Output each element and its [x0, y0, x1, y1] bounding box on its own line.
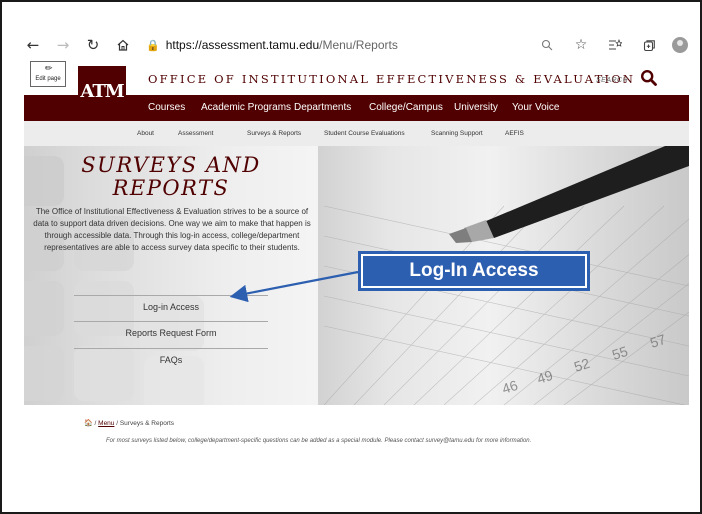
subnav-item-assessment[interactable]: Assessment [178, 121, 213, 146]
url-text: https://assessment.tamu.edu/Menu/Reports [166, 38, 398, 52]
panel-description: The Office of Institutional Effectivenes… [33, 207, 311, 252]
page-title: SURVEYS AND REPORTS [24, 154, 318, 200]
survey-note: For most surveys listed below, college/d… [106, 438, 532, 444]
logo-text: ATM [80, 80, 124, 102]
hero-banner: 46 49 52 55 57 SURVEYS AND REPORTS The O… [24, 146, 689, 405]
nav-item-university[interactable]: University [454, 95, 498, 121]
edit-page-label: Edit page [35, 76, 61, 82]
subnav-item-student-course-evaluations[interactable]: Student Course Evaluations [324, 121, 405, 146]
back-arrow-icon[interactable]: ← [22, 34, 44, 56]
login-access-link[interactable]: Log-in Access [74, 295, 268, 317]
breadcrumb-menu-link[interactable]: Menu [98, 420, 114, 427]
favorites-list-icon[interactable] [604, 34, 626, 56]
pencil-icon: ✏ [45, 64, 53, 74]
page-title-line2: REPORTS [112, 176, 230, 200]
surveys-reports-panel: SURVEYS AND REPORTS The Office of Instit… [24, 146, 318, 405]
breadcrumb-current: / Surveys & Reports [116, 420, 175, 427]
svg-text:49: 49 [535, 367, 555, 387]
svg-text:57: 57 [648, 331, 668, 351]
lock-icon[interactable]: 🔒 [146, 39, 160, 52]
address-bar[interactable]: 🔒 https://assessment.tamu.edu/Menu/Repor… [146, 34, 506, 56]
svg-text:46: 46 [500, 377, 520, 397]
search-icon[interactable] [640, 69, 658, 87]
search-label[interactable]: SEARCH [596, 77, 628, 84]
login-access-callout: Log-In Access [358, 251, 590, 291]
edit-page-button[interactable]: ✏ Edit page [30, 61, 66, 87]
subnav-item-scanning-support[interactable]: Scanning Support [431, 121, 483, 146]
svg-text:52: 52 [572, 355, 592, 375]
breadcrumb: 🏠 / Menu / Surveys & Reports [84, 419, 174, 427]
url-path: /Menu/Reports [319, 38, 398, 52]
favorite-icon[interactable]: ☆ [570, 34, 592, 56]
nav-item-college-campus[interactable]: College/Campus [369, 95, 443, 121]
subnav-item-aefis[interactable]: AEFIS [505, 121, 524, 146]
page-title-line1: SURVEYS AND [81, 153, 261, 177]
refresh-icon[interactable]: ↻ [82, 34, 104, 56]
profile-icon[interactable] [672, 37, 688, 53]
home-icon-breadcrumb[interactable]: 🏠 [84, 419, 93, 427]
collections-icon[interactable] [638, 34, 660, 56]
faqs-link[interactable]: FAQs [74, 348, 268, 370]
url-host: https://assessment.tamu.edu [165, 38, 320, 52]
nav-item-your-voice[interactable]: Your Voice [512, 95, 559, 121]
reports-request-form-link[interactable]: Reports Request Form [74, 321, 268, 343]
zoom-icon[interactable] [536, 34, 558, 56]
nav-item-academic-programs[interactable]: Academic Programs [201, 95, 291, 121]
nav-item-courses[interactable]: Courses [148, 95, 185, 121]
subnav-item-surveys-reports[interactable]: Surveys & Reports [247, 121, 301, 146]
forward-arrow-icon[interactable]: → [52, 34, 74, 56]
toolbar-actions: ☆ [528, 34, 688, 56]
browser-toolbar: ← → ↻ 🔒 https://assessment.tamu.edu/Menu… [22, 30, 688, 60]
sub-nav: About Assessment Surveys & Reports Stude… [24, 121, 689, 146]
office-title[interactable]: OFFICE OF INSTITUTIONAL EFFECTIVENESS & … [148, 72, 635, 86]
tamu-logo[interactable]: ATM [78, 66, 126, 116]
subnav-item-about[interactable]: About [137, 121, 154, 146]
nav-item-departments[interactable]: Departments [294, 95, 351, 121]
svg-text:55: 55 [610, 343, 630, 363]
home-icon[interactable] [112, 34, 134, 56]
